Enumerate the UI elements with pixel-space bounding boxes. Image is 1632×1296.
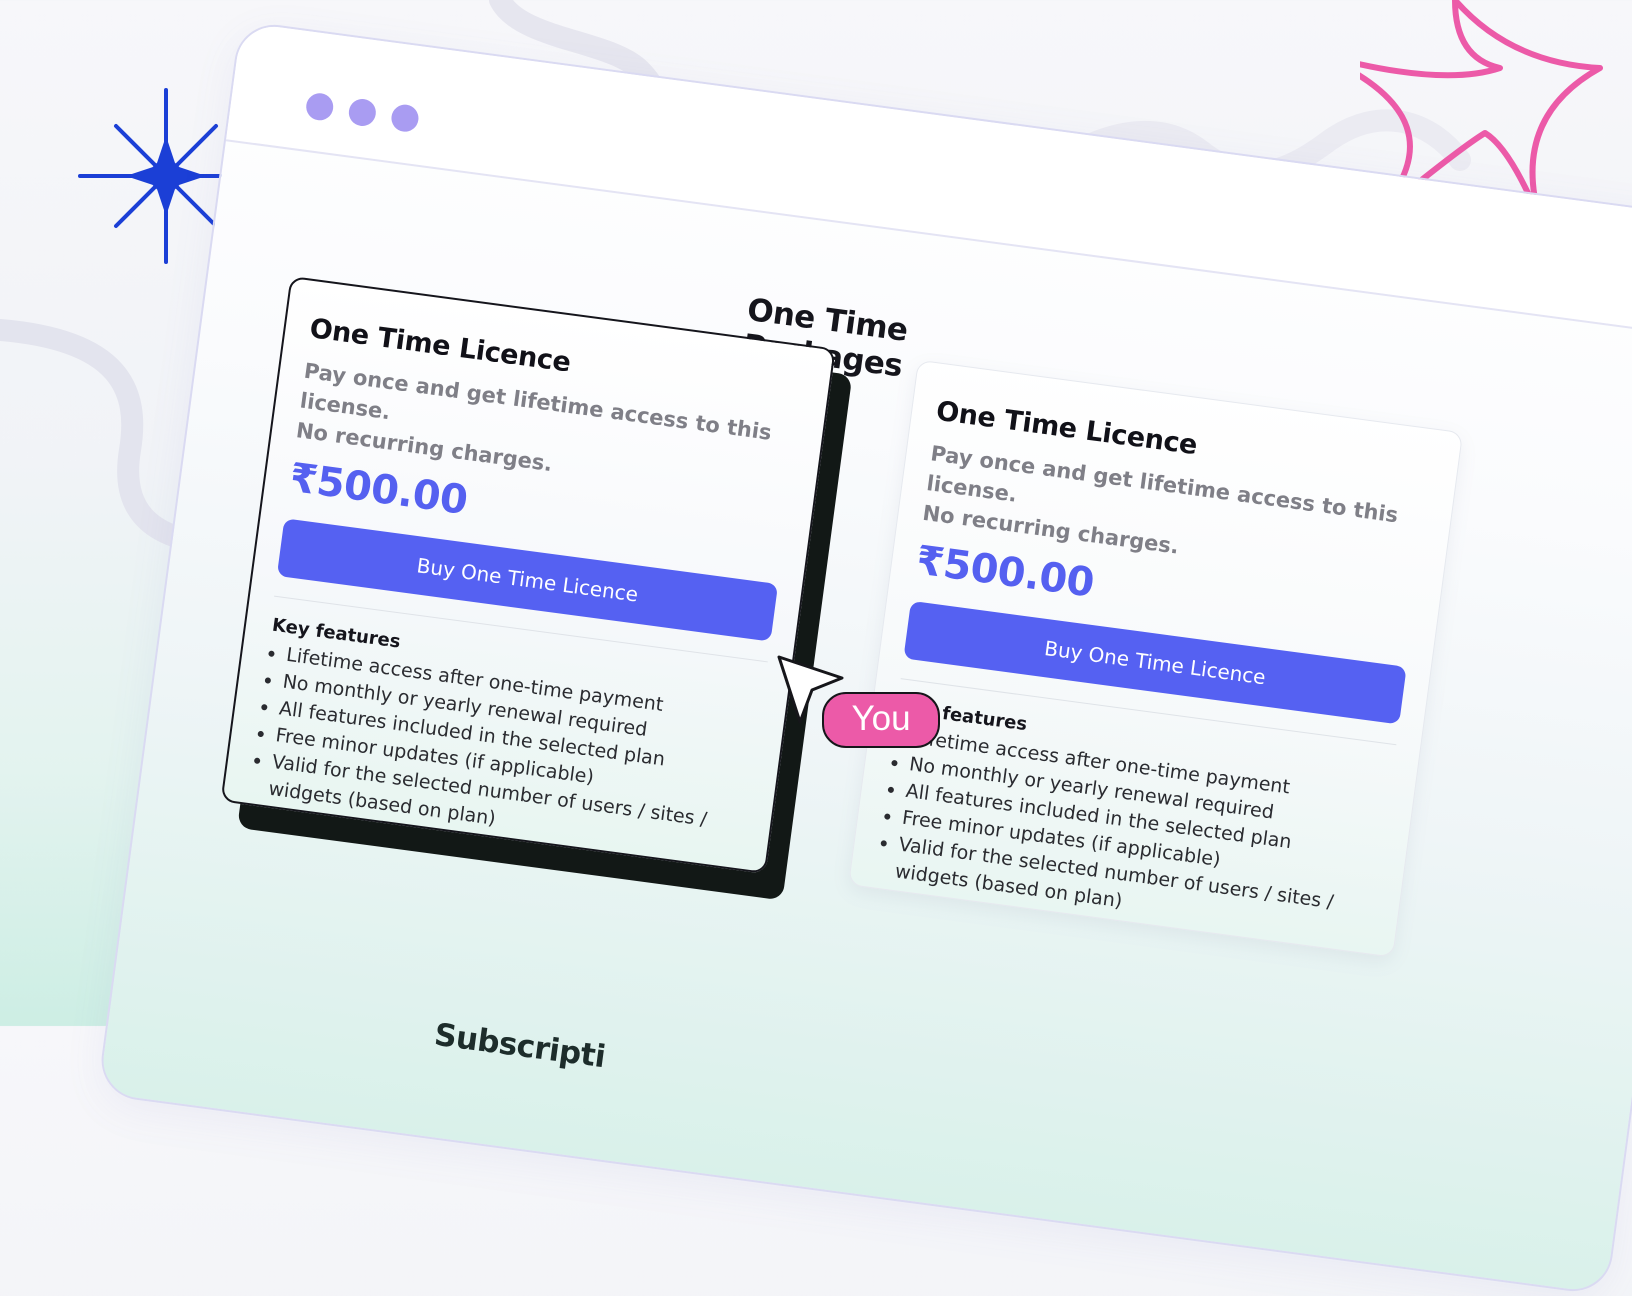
pricing-card: One Time Licence Pay once and get lifeti…	[847, 359, 1464, 958]
window-dot-close[interactable]	[304, 91, 335, 122]
pricing-card-featured: One Time Licence Pay once and get lifeti…	[220, 275, 836, 875]
browser-window: One Time Packages One Time Licence Pay o…	[96, 20, 1632, 1296]
window-dot-maximize[interactable]	[389, 103, 421, 134]
window-dot-minimize[interactable]	[347, 97, 378, 128]
cursor-label-badge: You	[822, 692, 940, 748]
